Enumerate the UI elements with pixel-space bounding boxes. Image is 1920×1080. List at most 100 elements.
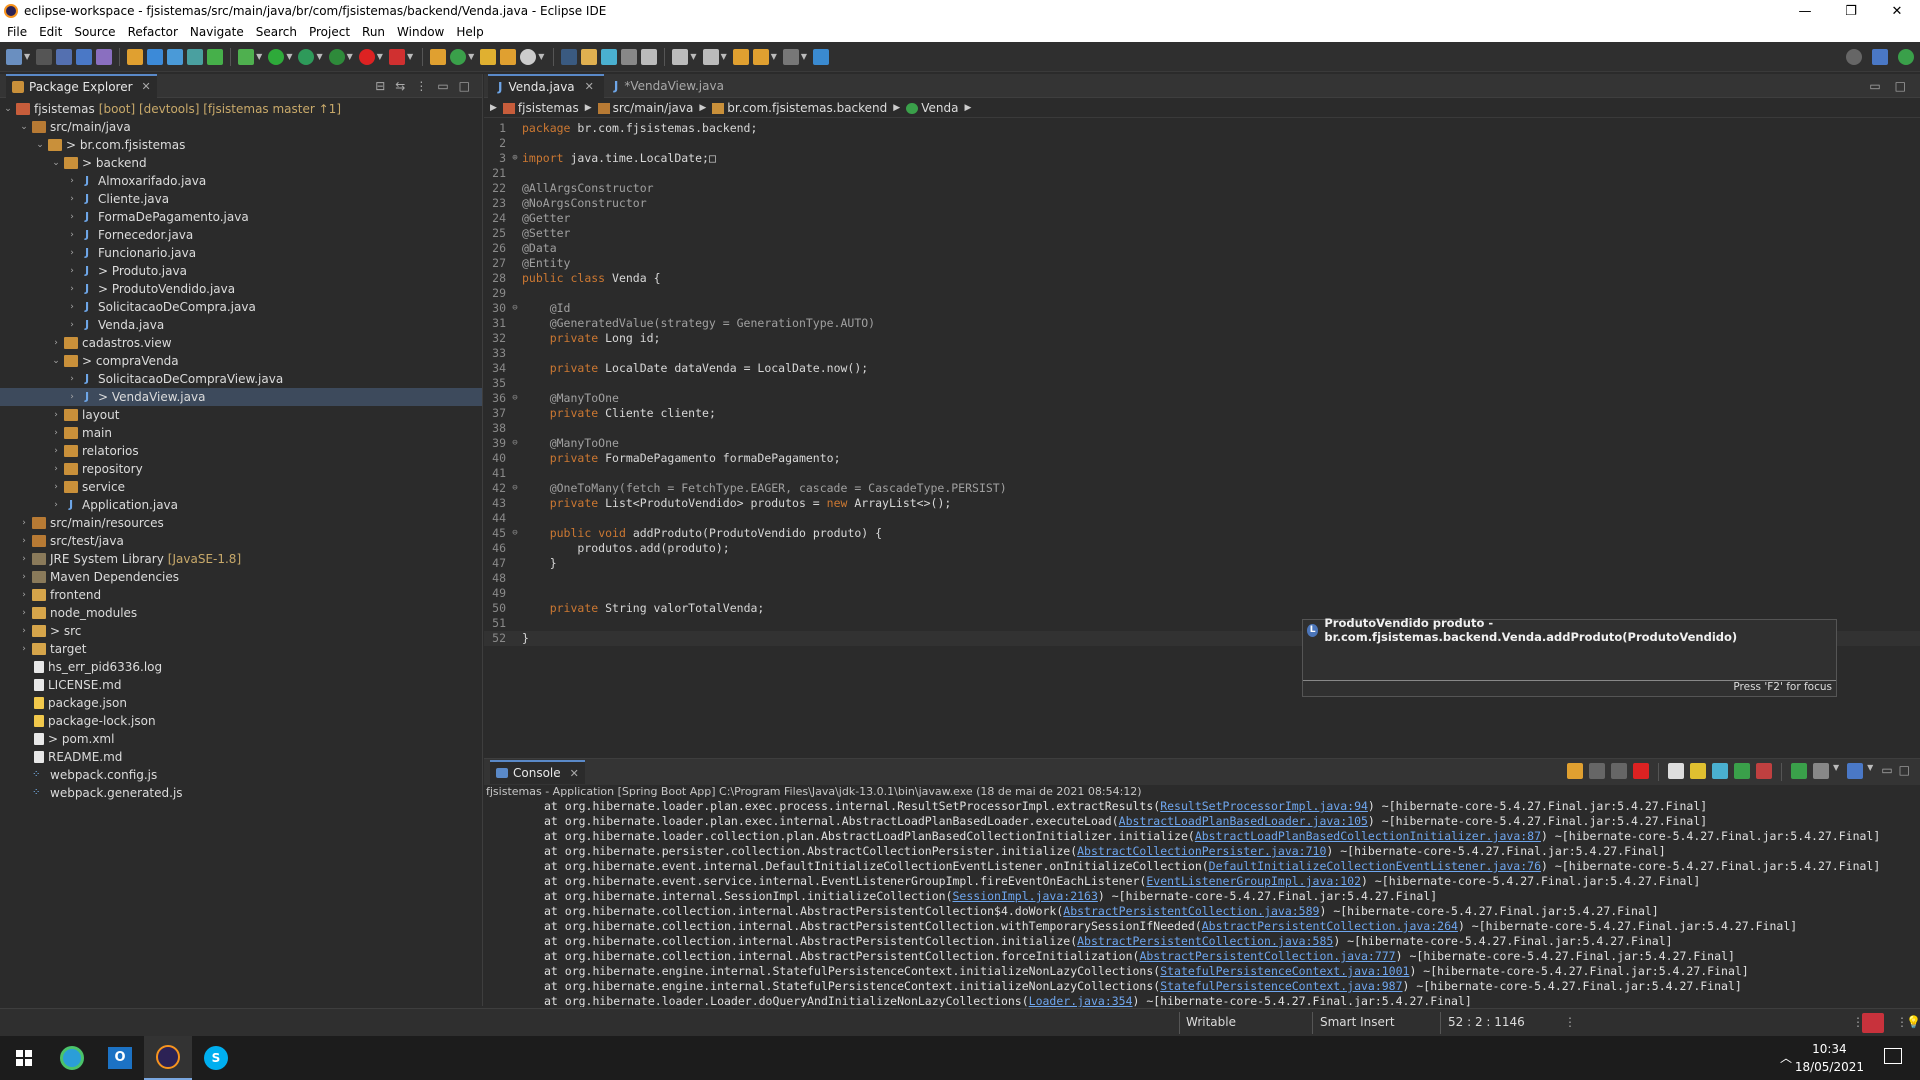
forward-icon[interactable] [782,48,799,65]
chevron-right-icon[interactable]: › [66,194,78,204]
breadcrumb-package[interactable]: br.com.fjsistemas.backend [712,101,887,115]
new-package-icon[interactable] [430,48,447,65]
code-editor[interactable]: 1 package br.com.fjsistemas.backend; 2 3 ⊕ im… [484,118,1920,646]
menu-refactor[interactable]: Refactor [125,25,187,39]
menu-search[interactable]: Search [253,25,306,39]
fold-toggle-icon[interactable]: ⊖ [508,391,522,406]
annotation-next-icon[interactable] [672,48,689,65]
chevron-right-icon[interactable]: › [66,284,78,294]
tree-item[interactable]: › J SolicitacaoDeCompraView.java [0,370,482,388]
toggle-mark-occurrences-icon[interactable] [561,48,578,65]
chevron-right-icon[interactable]: ▶ [964,103,971,113]
tree-item[interactable]: › J Almoxarifado.java [0,172,482,190]
tree-item[interactable]: › layout [0,406,482,424]
chevron-down-icon[interactable]: ⌄ [2,104,14,114]
stacktrace-link[interactable]: ResultSetProcessorImpl.java:94 [1160,799,1368,813]
editor-tab-venda[interactable]: J Venda.java ✕ [488,73,604,98]
code-line[interactable]: 21 [484,166,1920,181]
stacktrace-link[interactable]: StatefulPersistenceContext.java:1001 [1160,964,1409,978]
refresh-icon[interactable] [127,48,144,65]
open-perspective-icon[interactable] [1872,48,1888,65]
package-explorer-tab[interactable]: Package Explorer ✕ [6,73,157,98]
tree-item[interactable]: › main [0,424,482,442]
chevron-right-icon[interactable]: ▶ [490,103,497,113]
tree-item[interactable]: › J Funcionario.java [0,244,482,262]
fold-toggle-icon[interactable]: ⊖ [508,481,522,496]
chevron-right-icon[interactable]: › [18,644,30,654]
code-line[interactable]: 32 private Long id; [484,331,1920,346]
menu-file[interactable]: File [4,25,36,39]
relaunch-icon[interactable] [1567,763,1583,779]
code-line[interactable]: 30 ⊖ @Id [484,301,1920,316]
maximize-view-icon[interactable]: □ [459,79,470,93]
spring-boot-icon[interactable] [207,48,224,65]
tree-item[interactable]: › J Venda.java [0,316,482,334]
code-line[interactable]: 33 [484,346,1920,361]
maximize-editor-icon[interactable]: □ [1895,79,1906,93]
tree-item[interactable]: > pom.xml [0,730,482,748]
last-edit-icon[interactable] [732,48,749,65]
code-line[interactable]: 36 ⊖ @ManyToOne [484,391,1920,406]
code-line[interactable]: 42 ⊖ @OneToMany(fetch = FetchType.EAGER, … [484,481,1920,496]
code-line[interactable]: 41 [484,466,1920,481]
minimize-view-icon[interactable]: ▭ [1881,763,1892,781]
debug-icon[interactable] [238,48,255,65]
chevron-right-icon[interactable]: › [18,626,30,636]
external-tools-icon[interactable] [328,48,345,65]
stacktrace-link[interactable]: AbstractCollectionPersister.java:710 [1077,844,1326,858]
remove-all-terminated-icon[interactable] [1611,763,1627,779]
notification-bell-icon[interactable] [1862,1013,1884,1033]
terminal-icon[interactable] [76,48,93,65]
quick-access-search-icon[interactable] [1846,48,1862,65]
chevron-right-icon[interactable]: › [50,446,62,456]
minimize-button[interactable]: — [1782,0,1828,22]
terminate-icon[interactable] [1633,763,1649,779]
annotation-prev-dropdown-icon[interactable]: ▼ [721,52,727,61]
code-line[interactable]: 1 package br.com.fjsistemas.backend; [484,121,1920,136]
open-console-dropdown-icon[interactable]: ▼ [1867,763,1873,781]
breadcrumb-source-folder[interactable]: src/main/java [597,101,693,115]
tree-item[interactable]: › > src [0,622,482,640]
tree-item[interactable]: package-lock.json [0,712,482,730]
system-clock[interactable]: 10:34 18/05/2021 [1795,1040,1864,1076]
tree-item[interactable]: › target [0,640,482,658]
chevron-down-icon[interactable]: ⌄ [50,356,62,366]
stacktrace-link[interactable]: StatefulPersistenceContext.java:987 [1160,979,1402,993]
code-line[interactable]: 48 [484,571,1920,586]
code-line[interactable]: 35 [484,376,1920,391]
status-insert-mode[interactable]: Smart Insert [1320,1015,1395,1029]
tree-item[interactable]: › frontend [0,586,482,604]
relaunch-icon[interactable] [388,48,405,65]
tree-item[interactable]: ⌄ src/main/java [0,118,482,136]
chevron-right-icon[interactable]: › [50,464,62,474]
chevron-right-icon[interactable]: › [18,518,30,528]
menu-window[interactable]: Window [394,25,453,39]
tree-item[interactable]: › cadastros.view [0,334,482,352]
tree-item[interactable]: › J SolicitacaoDeCompra.java [0,298,482,316]
stop-icon[interactable] [358,48,375,65]
tree-item[interactable]: › src/main/resources [0,514,482,532]
code-line[interactable]: 27 @Entity [484,256,1920,271]
menu-run[interactable]: Run [359,25,394,39]
code-line[interactable]: 23 @NoArgsConstructor [484,196,1920,211]
chevron-down-icon[interactable]: ⌄ [34,140,46,150]
tree-item[interactable]: › service [0,478,482,496]
chevron-right-icon[interactable]: › [50,428,62,438]
open-console-icon[interactable] [1847,763,1864,779]
tree-item[interactable]: › J Application.java [0,496,482,514]
close-button[interactable]: ✕ [1874,0,1920,22]
code-line[interactable]: 25 @Setter [484,226,1920,241]
menu-navigate[interactable]: Navigate [187,25,253,39]
tree-item[interactable]: › JRE System Library [JavaSE-1.8] [0,550,482,568]
chevron-right-icon[interactable]: › [18,608,30,618]
pin-console-icon[interactable] [1791,763,1807,779]
scroll-lock-icon[interactable] [1690,763,1706,779]
editor-tab-vendaview[interactable]: J *VendaView.java [604,74,734,98]
pin-editor-icon[interactable] [813,48,830,65]
stacktrace-link[interactable]: Loader.java:354 [1029,994,1133,1007]
view-menu-icon[interactable]: ⋮ [415,79,427,93]
tree-item[interactable]: › J Fornecedor.java [0,226,482,244]
chevron-right-icon[interactable]: › [66,212,78,222]
coverage-icon[interactable] [298,48,315,65]
tree-item[interactable]: hs_err_pid6336.log [0,658,482,676]
